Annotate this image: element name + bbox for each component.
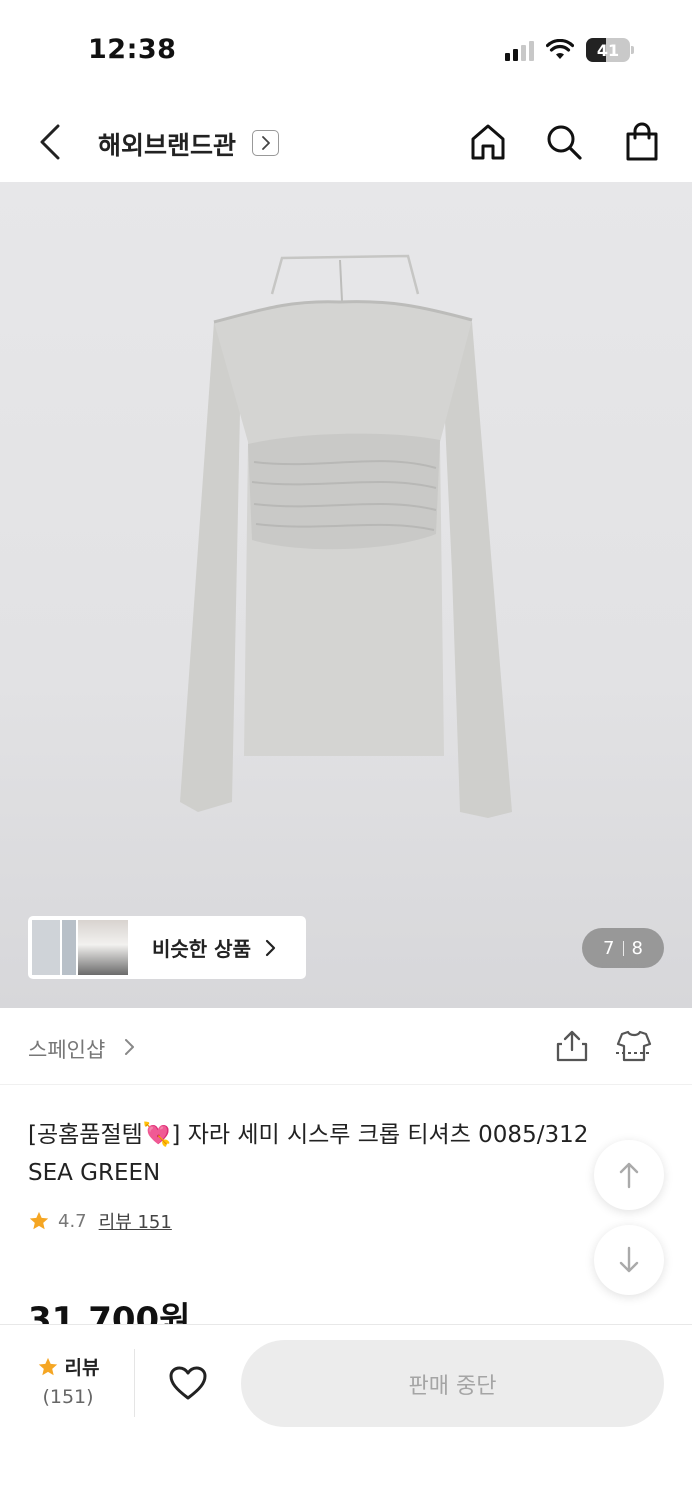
similar-thumbnails bbox=[32, 920, 128, 975]
rating-score: 4.7 bbox=[58, 1210, 87, 1232]
current-page: 7 bbox=[603, 937, 615, 959]
product-image-gallery[interactable]: 비슷한 상품 7 8 bbox=[0, 182, 692, 1008]
similar-thumbnail bbox=[78, 920, 128, 975]
similar-thumbnail bbox=[62, 920, 76, 975]
fitting-button[interactable] bbox=[614, 1028, 654, 1064]
product-photo bbox=[180, 254, 512, 818]
share-icon bbox=[556, 1030, 588, 1062]
search-button[interactable] bbox=[542, 120, 586, 164]
divider bbox=[134, 1349, 135, 1417]
chevron-right-icon bbox=[261, 136, 270, 150]
chevron-right-icon bbox=[125, 1039, 134, 1055]
product-title: [공홈품절템💘] 자라 세미 시스루 크롭 티셔츠 0085/312 SEA G… bbox=[28, 1122, 589, 1186]
star-icon bbox=[38, 1357, 57, 1375]
buy-button-disabled[interactable]: 판매 중단 bbox=[241, 1340, 664, 1427]
arrow-down-icon bbox=[619, 1246, 639, 1273]
similar-thumbnail bbox=[32, 920, 60, 975]
back-button[interactable] bbox=[30, 120, 70, 164]
fitting-icon bbox=[616, 1030, 652, 1062]
home-button[interactable] bbox=[466, 120, 510, 164]
heart-icon bbox=[169, 1366, 207, 1400]
review-count: (151) bbox=[42, 1386, 94, 1408]
wishlist-button[interactable] bbox=[164, 1359, 212, 1407]
product-price: 31,700원 bbox=[28, 1300, 191, 1324]
review-link[interactable]: 리뷰 151 bbox=[99, 1208, 172, 1234]
page-indicator: 7 8 bbox=[582, 928, 664, 968]
star-icon bbox=[29, 1211, 49, 1230]
similar-products-label: 비슷한 상품 bbox=[152, 937, 251, 961]
share-button[interactable] bbox=[554, 1028, 590, 1064]
store-row: 스페인샵 bbox=[0, 1008, 692, 1085]
arrow-up-icon bbox=[619, 1162, 639, 1189]
battery-icon: 41 bbox=[586, 38, 630, 62]
battery-level: 41 bbox=[596, 40, 620, 60]
page-title[interactable]: 해외브랜드관 bbox=[98, 126, 236, 162]
shopping-bag-icon bbox=[626, 122, 658, 161]
similar-products-button[interactable]: 비슷한 상품 bbox=[28, 916, 306, 979]
cart-button[interactable] bbox=[620, 120, 664, 164]
status-icons: 41 bbox=[505, 38, 634, 62]
rating-row: 4.7 리뷰 151 bbox=[28, 1208, 172, 1234]
top-nav: 해외브랜드관 bbox=[0, 100, 692, 182]
bottom-action-bar: 리뷰 (151) 판매 중단 bbox=[0, 1324, 692, 1500]
title-chevron-button[interactable] bbox=[252, 130, 279, 156]
scroll-down-button[interactable] bbox=[594, 1225, 664, 1295]
search-icon bbox=[547, 125, 582, 160]
store-name-link[interactable]: 스페인샵 bbox=[28, 1034, 105, 1064]
total-pages: 8 bbox=[631, 937, 643, 959]
wifi-icon bbox=[546, 39, 574, 59]
status-bar: 12:38 41 bbox=[0, 0, 692, 100]
home-icon bbox=[471, 124, 505, 160]
scroll-up-button[interactable] bbox=[594, 1140, 664, 1210]
status-time: 12:38 bbox=[88, 34, 177, 65]
back-icon bbox=[40, 124, 60, 160]
review-label: 리뷰 bbox=[64, 1357, 100, 1379]
signal-icon bbox=[505, 39, 534, 61]
review-summary-button[interactable]: 리뷰 (151) bbox=[30, 1353, 106, 1408]
chevron-right-icon bbox=[265, 939, 276, 956]
